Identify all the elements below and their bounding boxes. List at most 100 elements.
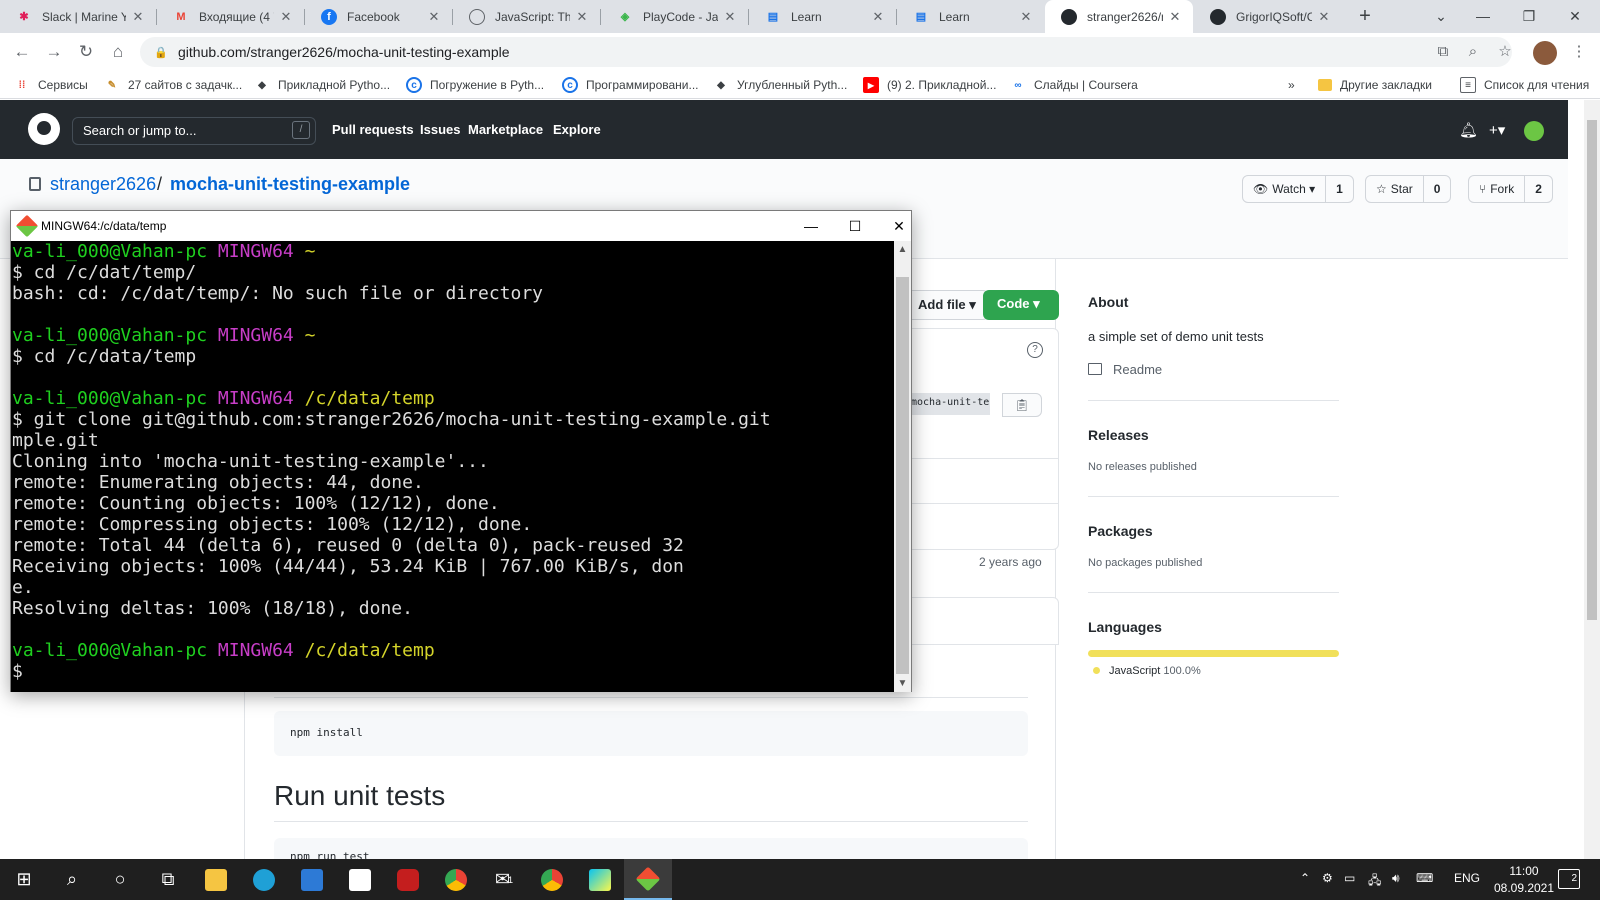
- close-icon[interactable]: ✕: [722, 9, 738, 25]
- cortana-icon[interactable]: ○: [96, 859, 144, 900]
- terminal-output[interactable]: va-li_000@Vahan-pc MINGW64 ~ $ cd /c/dat/…: [11, 241, 894, 692]
- github-logo-icon[interactable]: [28, 113, 60, 145]
- tab-github-active[interactable]: stranger2626/m ✕: [1045, 0, 1193, 33]
- nav-issues[interactable]: Issues: [420, 122, 460, 137]
- file-explorer-icon[interactable]: [192, 859, 240, 900]
- bookmark-python-dive[interactable]: c Погружение в Pyth...: [406, 76, 544, 94]
- task-view-icon[interactable]: ⧉: [144, 859, 192, 900]
- page-scrollbar-thumb[interactable]: [1587, 120, 1597, 620]
- watch-button[interactable]: 👁︎ Watch ▾ 1: [1242, 175, 1354, 203]
- network-icon[interactable]: 🖧︎: [1368, 871, 1381, 892]
- close-icon[interactable]: ✕: [426, 9, 442, 25]
- fork-button[interactable]: ⑂ Fork 2: [1468, 175, 1553, 203]
- minimize-icon[interactable]: —: [1460, 0, 1506, 33]
- terminal-close-icon[interactable]: ✕: [877, 211, 921, 241]
- page-scrollbar[interactable]: [1584, 100, 1600, 859]
- terminal-scrollbar[interactable]: ▲ ▼: [894, 241, 911, 692]
- terminal-scrollbar-thumb[interactable]: [896, 277, 909, 674]
- bookmark-star-icon[interactable]: ☆: [1494, 41, 1516, 63]
- tab-slack[interactable]: ✱ Slack | Marine Y ✕: [0, 0, 156, 33]
- menu-icon[interactable]: ⋮: [1568, 41, 1590, 63]
- copy-clipboard-icon[interactable]: 📋︎: [1002, 393, 1042, 417]
- create-new-icon[interactable]: +▾: [1489, 121, 1505, 139]
- terminal-titlebar[interactable]: MINGW64:/c/data/temp: [11, 211, 911, 241]
- tab-facebook[interactable]: f Facebook ✕: [305, 0, 452, 33]
- keyboard-icon[interactable]: ⌨: [1416, 871, 1433, 885]
- tab-playcode[interactable]: ◈ PlayCode - Java ✕: [601, 0, 748, 33]
- readme-link[interactable]: Readme: [1113, 362, 1162, 377]
- zoom-icon[interactable]: ⌕: [1462, 41, 1484, 63]
- packages-heading[interactable]: Packages: [1088, 523, 1153, 539]
- chrome-icon[interactable]: [432, 859, 480, 900]
- close-icon[interactable]: ✕: [1018, 9, 1034, 25]
- chrome-profile-icon[interactable]: [528, 859, 576, 900]
- notification-bell-icon[interactable]: 🔔︎: [1459, 121, 1478, 139]
- terminal-maximize-icon[interactable]: ☐: [833, 211, 877, 241]
- power-app-icon[interactable]: [384, 859, 432, 900]
- store-icon[interactable]: [336, 859, 384, 900]
- close-window-icon[interactable]: ✕: [1552, 0, 1598, 33]
- edge-icon[interactable]: [240, 859, 288, 900]
- translate-icon[interactable]: ⧉: [1432, 41, 1454, 63]
- more-bookmarks-button[interactable]: »: [1288, 76, 1295, 94]
- nav-pull-requests[interactable]: Pull requests: [332, 122, 414, 137]
- clone-url-field[interactable]: mocha-unit-te:: [905, 393, 990, 415]
- forward-icon[interactable]: →: [42, 40, 66, 64]
- profile-avatar[interactable]: [1533, 41, 1557, 65]
- tab-search-icon[interactable]: ⌄: [1418, 0, 1464, 33]
- mail-icon[interactable]: ✉ 1: [480, 859, 528, 900]
- address-bar[interactable]: 🔒 github.com/stranger2626/mocha-unit-tes…: [140, 37, 1512, 67]
- language-indicator[interactable]: ENG: [1454, 871, 1480, 885]
- tray-app-icon[interactable]: ⚙: [1322, 871, 1333, 885]
- search-input[interactable]: Search or jump to...: [72, 117, 316, 145]
- bookmark-programming[interactable]: c Программировани...: [562, 76, 699, 94]
- scroll-down-icon[interactable]: ▼: [894, 675, 911, 692]
- close-icon[interactable]: ✕: [278, 9, 294, 25]
- bookmark-applied-python[interactable]: ◆ Прикладной Pytho...: [254, 76, 390, 94]
- user-avatar[interactable]: [1524, 121, 1544, 141]
- help-icon[interactable]: ?: [1027, 342, 1043, 358]
- home-icon[interactable]: ⌂: [106, 40, 130, 64]
- volume-icon[interactable]: 🔊︎: [1392, 871, 1400, 886]
- terminal-minimize-icon[interactable]: —: [789, 211, 833, 241]
- tab-learn-2[interactable]: ▤ Learn ✕: [897, 0, 1044, 33]
- reload-icon[interactable]: ↻: [74, 40, 98, 64]
- star-button[interactable]: ☆ Star 0: [1365, 175, 1452, 203]
- close-icon[interactable]: ✕: [1316, 9, 1332, 25]
- bookmark-youtube[interactable]: ▶ (9) 2. Прикладной...: [863, 76, 996, 94]
- back-icon[interactable]: ←: [10, 40, 34, 64]
- windows-start-icon[interactable]: ⊞: [0, 859, 48, 900]
- scroll-up-icon[interactable]: ▲: [894, 241, 911, 258]
- tab-learn-1[interactable]: ▤ Learn ✕: [749, 0, 896, 33]
- close-icon[interactable]: ✕: [130, 9, 146, 25]
- tab-github-2[interactable]: GrigorIQSoft/Co ✕: [1194, 0, 1342, 33]
- git-bash-taskbar-icon[interactable]: [624, 859, 672, 900]
- webstorm-icon[interactable]: [576, 859, 624, 900]
- reading-list[interactable]: ≡ Список для чтения: [1460, 76, 1589, 94]
- restore-icon[interactable]: ❐: [1506, 0, 1552, 33]
- clock[interactable]: 11:00 08.09.2021: [1492, 863, 1556, 897]
- releases-heading[interactable]: Releases: [1088, 427, 1149, 443]
- bookmark-advanced-python[interactable]: ◆ Углубленный Pyth...: [713, 76, 847, 94]
- bookmark-services[interactable]: ⁞⁞ Сервисы: [14, 76, 88, 94]
- close-icon[interactable]: ✕: [574, 9, 590, 25]
- app-icon[interactable]: [288, 859, 336, 900]
- new-tab-button[interactable]: +: [1352, 4, 1378, 30]
- bookmark-27-sites[interactable]: ✎ 27 сайтов с задачк...: [104, 76, 242, 94]
- tab-javascript[interactable]: JavaScript: The ✕: [453, 0, 600, 33]
- battery-icon[interactable]: ▭: [1344, 871, 1355, 885]
- tray-overflow-icon[interactable]: ⌃: [1300, 871, 1310, 885]
- nav-explore[interactable]: Explore: [553, 122, 601, 137]
- close-icon[interactable]: ✕: [1167, 9, 1183, 25]
- search-icon[interactable]: ⌕: [48, 859, 96, 900]
- tab-gmail[interactable]: M Входящие (4 74 ✕: [157, 0, 304, 33]
- bookmark-slides-coursera[interactable]: ∞ Слайды | Coursera: [1010, 76, 1137, 94]
- repo-owner-link[interactable]: stranger2626: [50, 174, 156, 195]
- code-button[interactable]: Code ▾: [983, 290, 1059, 320]
- close-icon[interactable]: ✕: [870, 9, 886, 25]
- language-entry[interactable]: JavaScript 100.0%: [1109, 665, 1201, 677]
- repo-name-link[interactable]: mocha-unit-testing-example: [170, 174, 410, 195]
- other-bookmarks[interactable]: Другие закладки: [1318, 76, 1432, 94]
- add-file-button[interactable]: Add file ▾: [905, 290, 989, 320]
- nav-marketplace[interactable]: Marketplace: [468, 122, 543, 137]
